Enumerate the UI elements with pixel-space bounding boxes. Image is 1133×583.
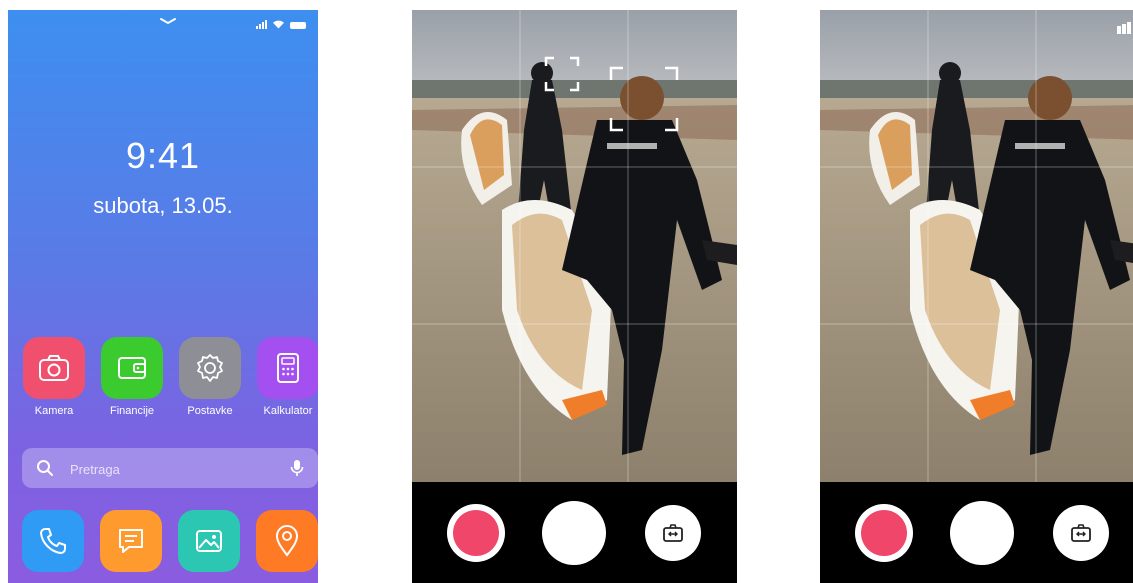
- record-button[interactable]: [855, 504, 913, 562]
- switch-camera-icon: [663, 524, 683, 542]
- system-icons: [256, 19, 306, 29]
- switch-camera-button[interactable]: [645, 505, 701, 561]
- app-label: Kamera: [34, 405, 74, 417]
- focus-frame-large: [609, 66, 679, 132]
- status-bar: [8, 10, 318, 38]
- phone-icon[interactable]: [22, 510, 84, 572]
- camera-screen-focus: [412, 10, 737, 583]
- camera-icon[interactable]: [23, 337, 85, 399]
- shutter-button[interactable]: [950, 501, 1014, 565]
- record-button[interactable]: [447, 504, 505, 562]
- app-financije[interactable]: Financije: [100, 337, 164, 417]
- microphone-icon[interactable]: [290, 459, 304, 477]
- signal-icon: [256, 20, 267, 29]
- switch-camera-icon: [1071, 524, 1091, 542]
- switch-camera-button[interactable]: [1053, 505, 1109, 561]
- app-kamera[interactable]: Kamera: [22, 337, 86, 417]
- app-label: Kalkulator: [263, 405, 313, 417]
- search-icon: [37, 460, 53, 476]
- focus-frame-small: [544, 56, 580, 92]
- calculator-icon[interactable]: [257, 337, 318, 399]
- viewfinder-scene: [820, 10, 1133, 482]
- clock-time: 9:41: [125, 135, 201, 176]
- dock: [22, 510, 318, 574]
- gear-icon[interactable]: [179, 337, 241, 399]
- message-icon[interactable]: [100, 510, 162, 572]
- shutter-button[interactable]: [542, 501, 606, 565]
- camera-controls: [820, 482, 1133, 583]
- wifi-icon: [273, 20, 284, 29]
- wallet-icon[interactable]: [101, 337, 163, 399]
- app-label: Postavke: [187, 405, 233, 417]
- camera-viewfinder[interactable]: [820, 10, 1133, 482]
- record-dot: [861, 510, 907, 556]
- app-kalkulator[interactable]: Kalkulator: [256, 337, 318, 417]
- live-mode-icon[interactable]: [1117, 22, 1131, 34]
- search-bar[interactable]: [22, 448, 318, 490]
- search-input[interactable]: [68, 448, 272, 490]
- chevron-down-icon[interactable]: [159, 16, 177, 26]
- camera-screen-capture: [820, 10, 1133, 583]
- app-grid: Kamera Financije Postavke Kalkulator: [22, 337, 318, 427]
- gallery-icon[interactable]: [178, 510, 240, 572]
- date-label: subota, 13.05.: [93, 193, 233, 218]
- camera-controls: [412, 482, 737, 583]
- location-icon[interactable]: [256, 510, 318, 572]
- battery-icon: [290, 22, 306, 29]
- home-screen: 9:41 subota, 13.05. Kamera Financije Pos…: [8, 10, 318, 583]
- app-label: Financije: [109, 405, 155, 417]
- camera-viewfinder[interactable]: [412, 10, 737, 482]
- app-postavke[interactable]: Postavke: [178, 337, 242, 417]
- record-dot: [453, 510, 499, 556]
